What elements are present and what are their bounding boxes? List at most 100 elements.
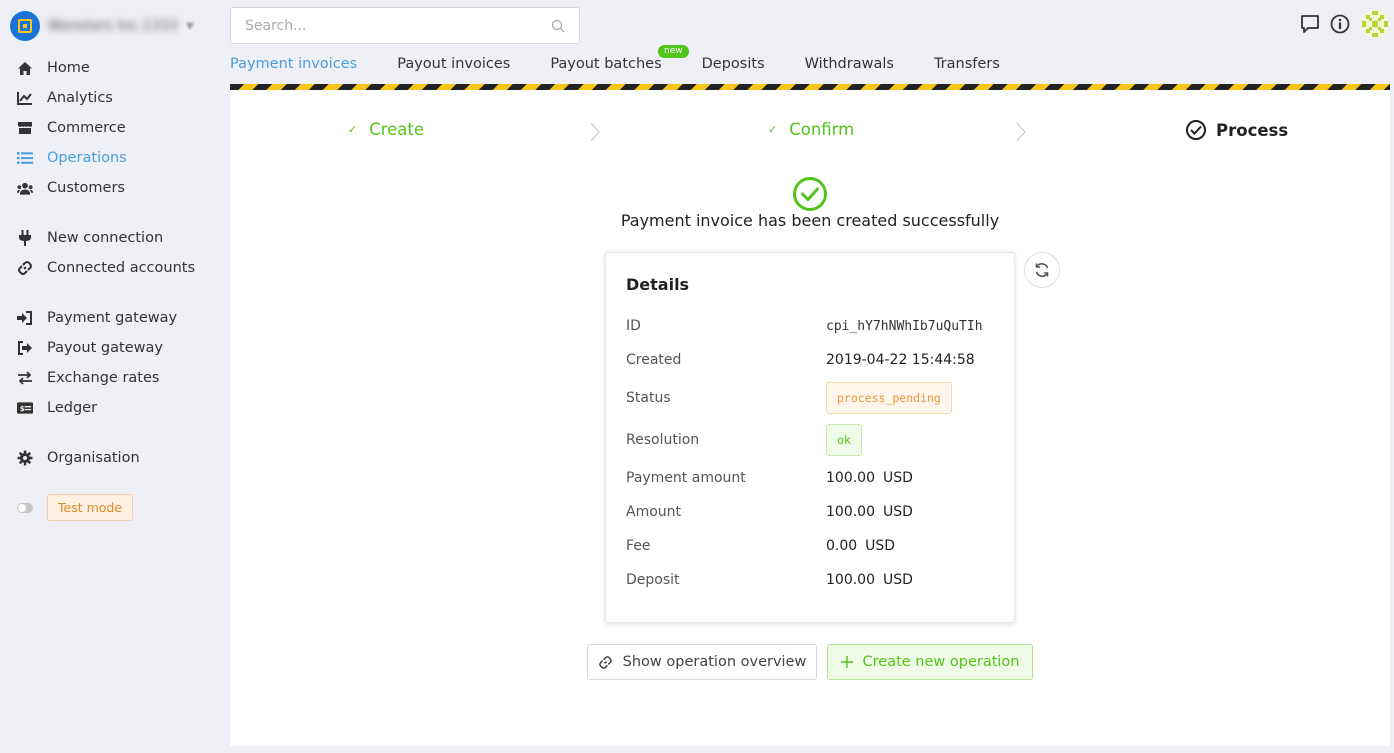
operation-id: cpi_hY7hNWhIb7uQuTIh <box>826 318 983 334</box>
refresh-button[interactable] <box>1024 252 1060 288</box>
list-icon <box>17 150 33 166</box>
info-icon[interactable] <box>1329 13 1351 35</box>
sidebar-item-label: Home <box>47 60 90 76</box>
sidebar-item-label: New connection <box>47 230 164 246</box>
sidebar-item-organisation[interactable]: Organisation <box>17 447 140 469</box>
detail-row-id: ID cpi_hY7hNWhIb7uQuTIh <box>626 318 983 334</box>
button-label: Create new operation <box>862 654 1020 670</box>
wizard-steps: ✓ Create ✓ Confirm Process <box>230 90 1390 174</box>
sidebar-item-payment-gateway[interactable]: Payment gateway <box>17 307 177 329</box>
toggle-switch[interactable] <box>17 502 33 513</box>
sidebar-item-label: Payout gateway <box>47 340 163 356</box>
tab-label: Payout invoices <box>397 56 511 72</box>
sidebar-item-commerce[interactable]: Commerce <box>17 117 126 139</box>
sidebar-item-home[interactable]: Home <box>17 57 90 79</box>
operations-tabs: Payment invoices Payout invoices Payout … <box>230 45 1040 86</box>
detail-label: Fee <box>626 538 651 554</box>
sidebar-item-exchange-rates[interactable]: Exchange rates <box>17 367 159 389</box>
search-icon[interactable] <box>551 19 565 33</box>
sign-out-icon <box>17 340 33 356</box>
sidebar-item-label: Commerce <box>47 120 126 136</box>
test-mode-badge: Test mode <box>47 494 134 521</box>
check-icon: ✓ <box>348 123 358 136</box>
tab-payout-invoices[interactable]: Payout invoices <box>397 56 510 86</box>
tab-label: Withdrawals <box>804 56 894 72</box>
button-label: Show operation overview <box>622 654 807 670</box>
step-confirm: ✓ Confirm <box>768 120 854 139</box>
detail-label: Deposit <box>626 572 680 588</box>
plus-icon <box>840 656 853 668</box>
sidebar-item-new-connection[interactable]: New connection <box>17 227 163 249</box>
show-overview-button[interactable]: Show operation overview <box>587 644 817 680</box>
resolution-badge: ok <box>826 424 862 456</box>
sidebar-item-label: Connected accounts <box>47 260 196 276</box>
step-label: Create <box>369 120 425 139</box>
detail-label: Resolution <box>626 432 700 448</box>
users-icon <box>17 180 33 196</box>
details-card: Details ID cpi_hY7hNWhIb7uQuTIh Created … <box>605 252 1015 623</box>
currency: USD <box>883 470 913 486</box>
detail-row-payment-amount: Payment amount 100.00 USD <box>626 470 913 486</box>
detail-row-created: Created 2019-04-22 15:44:58 <box>626 352 975 368</box>
chevron-right-icon <box>590 122 600 142</box>
sidebar-item-label: Payment gateway <box>47 310 178 326</box>
sidebar-item-label: Analytics <box>47 90 113 106</box>
tab-label: Transfers <box>933 56 1000 72</box>
step-label: Process <box>1216 120 1289 140</box>
sidebar-item-connected-accounts[interactable]: Connected accounts <box>17 257 195 279</box>
step-label: Confirm <box>789 120 855 139</box>
org-switcher[interactable]: Wonsters Inc.1333 ▼ <box>10 10 215 42</box>
detail-row-deposit: Deposit 100.00 USD <box>626 572 913 588</box>
detail-label: Payment amount <box>626 470 746 486</box>
test-mode-toggle[interactable]: Test mode <box>17 494 134 521</box>
header-actions <box>1291 8 1394 40</box>
sidebar: Wonsters Inc.1333 ▼ Home Analytics Comme… <box>0 0 230 753</box>
detail-row-amount: Amount 100.00 USD <box>626 504 913 520</box>
sidebar-item-ledger[interactable]: $ Ledger <box>17 397 97 419</box>
tab-transfers[interactable]: Transfers <box>934 56 1000 86</box>
link-icon <box>17 260 33 276</box>
svg-text:$: $ <box>20 405 25 413</box>
exchange-icon <box>17 370 33 386</box>
tab-label: Deposits <box>701 56 765 72</box>
org-logo <box>10 11 40 41</box>
tab-label: Payment invoices <box>230 56 358 72</box>
detail-row-resolution: Resolution ok <box>626 424 862 456</box>
created-timestamp: 2019-04-22 15:44:58 <box>826 352 975 368</box>
sidebar-item-label: Customers <box>47 180 125 196</box>
success-message: Payment invoice has been created success… <box>620 211 1000 230</box>
sidebar-item-payout-gateway[interactable]: Payout gateway <box>17 337 163 359</box>
gear-icon <box>17 450 33 466</box>
amount-value: 100.00 <box>826 470 875 486</box>
create-operation-button[interactable]: Create new operation <box>827 644 1033 680</box>
step-process: Process <box>1186 120 1288 140</box>
detail-label: ID <box>626 318 641 334</box>
amount-value: 0.00 <box>826 538 858 554</box>
chat-icon[interactable] <box>1299 13 1321 35</box>
step-create: ✓ Create <box>348 120 424 139</box>
sign-in-icon <box>17 310 33 326</box>
main-content: ✓ Create ✓ Confirm Process Payment invoi… <box>230 90 1390 746</box>
sidebar-item-analytics[interactable]: Analytics <box>17 87 113 109</box>
sidebar-item-label: Organisation <box>47 450 140 466</box>
currency: USD <box>883 572 913 588</box>
detail-row-status: Status process_pending <box>626 382 952 414</box>
amount-value: 100.00 <box>826 504 875 520</box>
currency: USD <box>865 538 896 554</box>
search-input[interactable] <box>245 17 551 34</box>
detail-label: Status <box>626 390 671 406</box>
sidebar-item-customers[interactable]: Customers <box>17 177 125 199</box>
detail-label: Amount <box>626 504 682 520</box>
sidebar-item-label: Exchange rates <box>47 370 160 386</box>
tab-withdrawals[interactable]: Withdrawals <box>805 56 894 86</box>
avatar[interactable] <box>1360 9 1390 39</box>
tab-payment-invoices[interactable]: Payment invoices <box>230 56 358 86</box>
store-icon <box>17 120 33 136</box>
check-circle-icon <box>1186 120 1206 140</box>
link-icon <box>598 655 613 670</box>
detail-row-fee: Fee 0.00 USD <box>626 538 895 554</box>
tab-deposits[interactable]: Deposits <box>702 56 765 86</box>
sidebar-item-operations[interactable]: Operations <box>17 147 127 169</box>
tab-payout-batches[interactable]: Payout batches new <box>550 45 689 86</box>
amount-value: 100.00 <box>826 572 875 588</box>
